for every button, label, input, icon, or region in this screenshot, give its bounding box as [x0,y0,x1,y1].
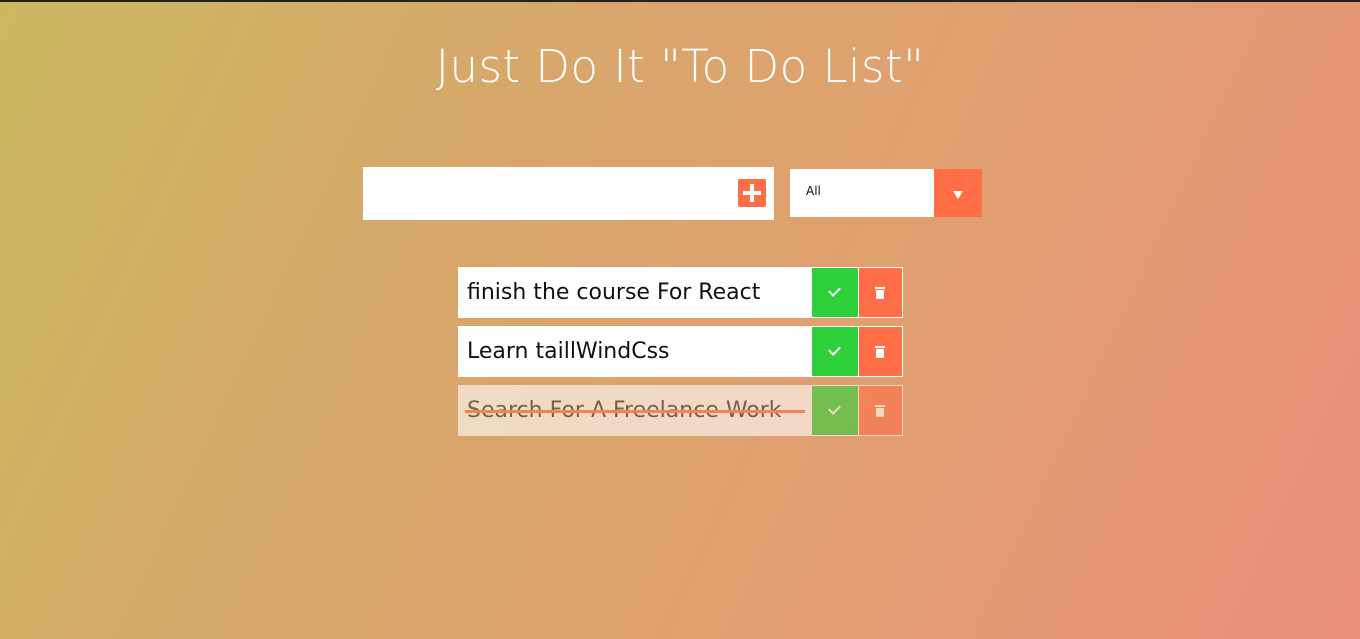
page-title: Just Do It "To Do List" [435,40,925,93]
todo-input[interactable] [363,167,723,218]
delete-button[interactable] [858,268,902,317]
todo-item: finish the course For React [458,267,903,318]
delete-button[interactable] [858,327,902,376]
todo-item: Learn taillWindCss [458,326,903,377]
complete-button[interactable] [811,268,858,317]
filter-selected-value: All [806,184,821,198]
todo-text: Search For A Freelance Work [459,386,811,435]
filter-select[interactable]: All [790,169,982,217]
todo-item-completed: Search For A Freelance Work [458,385,903,436]
todo-text: Learn taillWindCss [467,339,670,364]
todo-list: finish the course For React Learn taillW… [458,267,903,444]
add-todo-button[interactable] [738,179,766,207]
caret-down-icon[interactable] [934,169,982,217]
delete-button[interactable] [858,386,902,435]
complete-button[interactable] [811,386,858,435]
complete-button[interactable] [811,327,858,376]
todo-text: finish the course For React [467,280,761,305]
todo-input-container [363,167,774,220]
